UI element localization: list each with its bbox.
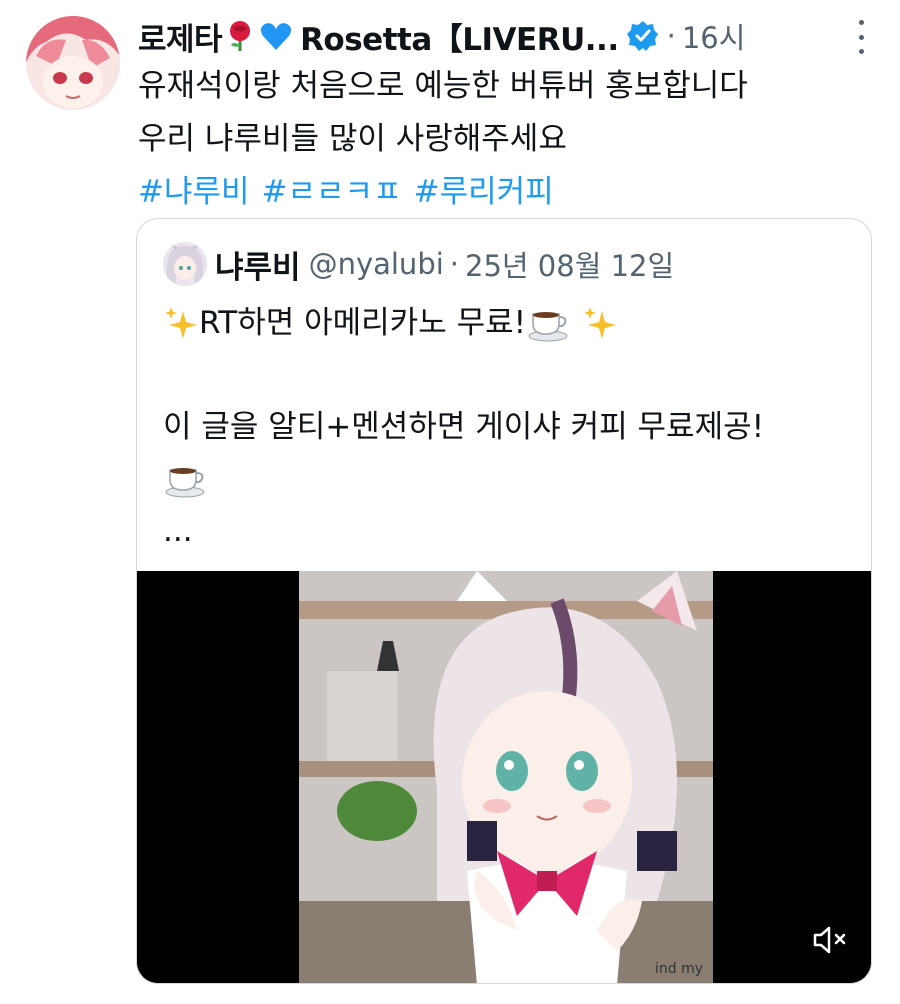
quoted-tweet-text: RT하면 아메리카노 무료! 이 글을 알티+멘션하면 게이샤 커피 무료제공! bbox=[163, 297, 764, 557]
quoted-line-1: RT하면 아메리카노 무료! bbox=[163, 297, 764, 349]
blue-heart-emoji bbox=[259, 19, 293, 53]
tweet-text-line-2: 우리 냐루비들 많이 사랑해주세요 bbox=[138, 121, 567, 157]
tweet-text-line-1: 유재석이랑 처음으로 예능한 버튜버 홍보합니다 bbox=[138, 68, 748, 104]
coffee-cup-emoji bbox=[526, 304, 570, 342]
coffee-cup-emoji bbox=[163, 460, 207, 498]
tweet-header: 로제타 Rosetta【LIVERU... · 16시 bbox=[138, 14, 840, 58]
hashtag-link[interactable]: #루리커피 bbox=[414, 174, 554, 210]
hashtag-link[interactable]: #냐루비 bbox=[138, 174, 250, 210]
tweet-time[interactable]: 16시 bbox=[682, 15, 746, 57]
sparkles-emoji bbox=[163, 305, 199, 341]
author-name-prefix[interactable]: 로제타 bbox=[138, 14, 223, 58]
quoted-author-handle[interactable]: @nyalubi bbox=[309, 247, 444, 281]
tweet-text: 유재석이랑 처음으로 예능한 버튜버 홍보합니다 우리 냐루비들 많이 사랑해주… bbox=[138, 60, 748, 219]
video-caption: ind my bbox=[655, 961, 704, 977]
quoted-video[interactable]: ind my bbox=[137, 571, 871, 983]
sparkles-emoji bbox=[582, 305, 618, 341]
author-display-name[interactable]: Rosetta【LIVERU... bbox=[300, 14, 619, 58]
author-avatar[interactable] bbox=[26, 16, 120, 110]
quoted-ellipsis: ... bbox=[163, 513, 193, 549]
rose-emoji bbox=[223, 19, 257, 53]
header-separator: · bbox=[666, 19, 676, 53]
quoted-tweet-header: 냐루비 @nyalubi · 25년 08월 12일 bbox=[163, 241, 674, 287]
hashtag-link[interactable]: #ㄹㄹㅋㅍ bbox=[262, 174, 402, 210]
quoted-date[interactable]: 25년 08월 12일 bbox=[465, 243, 674, 285]
hashtag-row: #냐루비 #ㄹㄹㅋㅍ #루리커피 bbox=[138, 166, 748, 219]
quoted-separator: · bbox=[449, 247, 459, 281]
quoted-author-name[interactable]: 냐루비 bbox=[215, 242, 301, 287]
quoted-line-2: 이 글을 알티+멘션하면 게이샤 커피 무료제공! bbox=[163, 409, 765, 445]
quoted-line-1-text: RT하면 아메리카노 무료! bbox=[199, 305, 527, 341]
quoted-author-avatar[interactable] bbox=[163, 242, 207, 286]
verified-badge-icon bbox=[626, 20, 659, 52]
volume-muted-icon[interactable] bbox=[811, 923, 851, 957]
quoted-tweet-card[interactable]: 냐루비 @nyalubi · 25년 08월 12일 RT하면 아메리카노 무료… bbox=[136, 218, 872, 984]
more-icon[interactable] bbox=[856, 20, 866, 54]
